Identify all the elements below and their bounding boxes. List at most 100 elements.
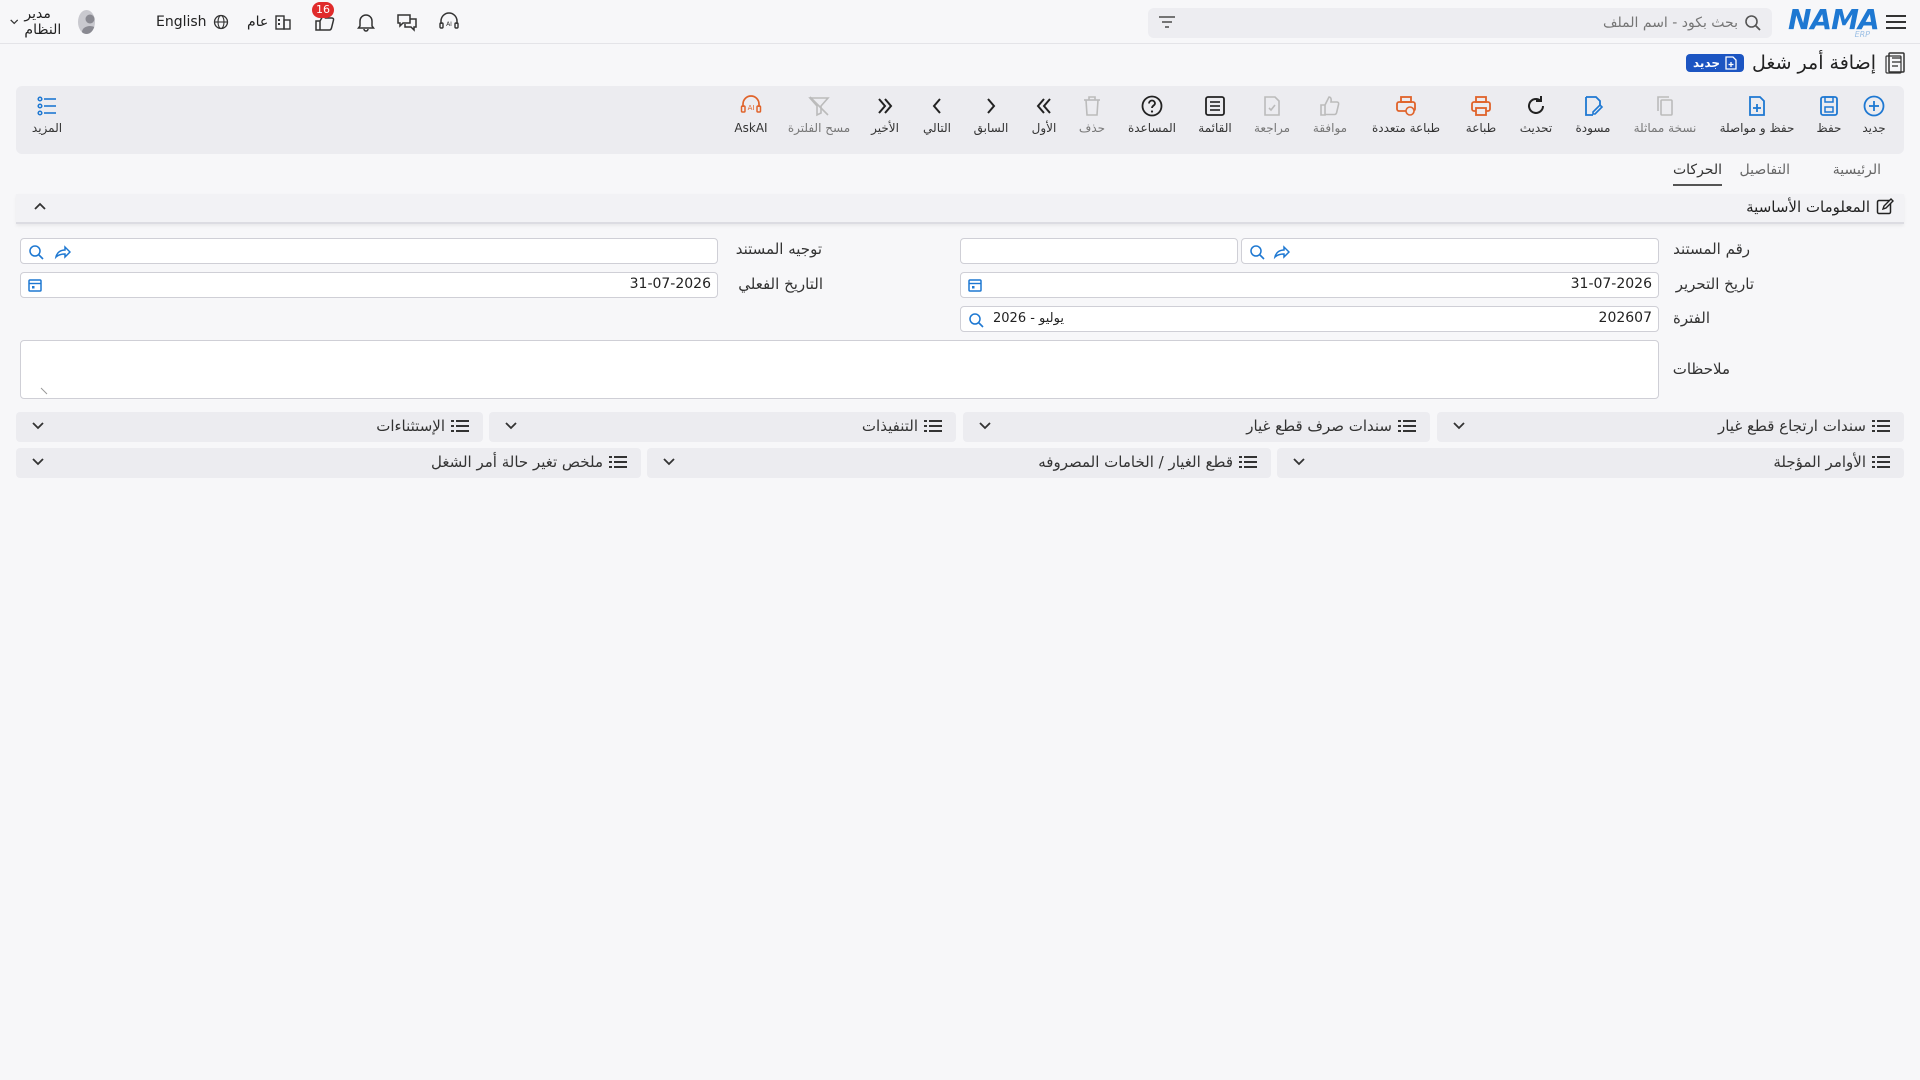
search-refresh-icon[interactable] xyxy=(967,311,985,329)
messages-button[interactable] xyxy=(396,8,418,36)
group-postponed-orders[interactable]: الأوامر المؤجلة xyxy=(1277,448,1904,478)
printer-icon xyxy=(1471,96,1491,116)
actual-date-field[interactable]: 31-07-2026 xyxy=(20,272,718,298)
chevron-up-icon[interactable] xyxy=(34,202,46,210)
approve-label: موافقة xyxy=(1312,121,1348,135)
section-title: المعلومات الأساسية xyxy=(1746,198,1870,216)
notifications-button[interactable] xyxy=(356,8,376,36)
group-spare-issues[interactable]: سندات صرف قطع غيار xyxy=(963,412,1430,442)
doc-number-extra-field[interactable] xyxy=(960,238,1238,264)
plus-circle-icon xyxy=(1863,95,1885,117)
group-title: سندات ارتجاع قطع غيار xyxy=(1718,417,1866,435)
doc-direction-label: توجيه المستند xyxy=(735,240,822,258)
list-icon xyxy=(924,420,942,432)
approve-button[interactable]: موافقة xyxy=(1300,94,1360,135)
edit-icon xyxy=(1876,198,1894,215)
chevron-down-icon[interactable] xyxy=(32,458,44,466)
chevron-down-icon[interactable] xyxy=(1453,422,1465,430)
duplicate-label: نسخة مماثلة xyxy=(1633,121,1697,135)
svg-text:AI: AI xyxy=(748,104,755,112)
app-logo[interactable]: NAMA ERP xyxy=(1788,6,1880,40)
group-spare-returns[interactable]: سندات ارتجاع قطع غيار xyxy=(1437,412,1904,442)
filter-icon[interactable] xyxy=(1158,15,1176,29)
doc-number-field[interactable] xyxy=(1241,238,1659,264)
last-button[interactable]: الأخير xyxy=(855,94,915,135)
refresh-button[interactable]: تحديث xyxy=(1506,94,1566,135)
chevron-down-icon[interactable] xyxy=(505,422,517,430)
first-button[interactable]: الأول xyxy=(1014,94,1074,135)
period-label: الفترة xyxy=(1673,309,1710,327)
file-check-icon xyxy=(1264,96,1280,116)
branch-selector[interactable]: عام xyxy=(247,8,292,36)
globe-icon xyxy=(213,14,228,30)
document-icon xyxy=(1885,52,1905,74)
new-file-icon xyxy=(1725,56,1737,70)
page-title: إضافة أمر شغل xyxy=(1752,52,1876,74)
user-menu[interactable]: مدير النظام xyxy=(10,6,95,38)
delete-label: حذف xyxy=(1078,121,1106,135)
basic-info-section-header[interactable]: المعلومات الأساسية xyxy=(16,194,1904,224)
search-refresh-icon[interactable] xyxy=(1248,243,1266,261)
ai-assistant-button[interactable]: AI xyxy=(438,8,460,36)
list-icon xyxy=(1872,420,1890,432)
period-field[interactable]: 202607 2026 - يوليو xyxy=(960,306,1659,332)
next-button[interactable]: التالي xyxy=(907,94,967,135)
ai-headset-icon: AI xyxy=(439,12,459,29)
language-switch[interactable]: English xyxy=(156,8,229,36)
tab-transactions[interactable]: الحركات xyxy=(1672,162,1722,186)
list-icon xyxy=(1872,456,1890,468)
chevron-left-icon xyxy=(932,98,941,114)
duplicate-button[interactable]: نسخة مماثلة xyxy=(1630,94,1700,135)
clear-filter-button[interactable]: مسح الفلترة xyxy=(784,94,854,135)
notes-textarea[interactable] xyxy=(20,340,1659,399)
doc-direction-field[interactable] xyxy=(20,238,718,264)
share-icon[interactable] xyxy=(53,243,71,261)
tab-details[interactable]: التفاصيل xyxy=(1740,162,1790,184)
group-exceptions[interactable]: الإستثناءات xyxy=(16,412,483,442)
calendar-icon[interactable] xyxy=(967,277,983,293)
tab-main[interactable]: الرئيسية xyxy=(1833,162,1881,184)
edit-date-field[interactable]: 31-07-2026 xyxy=(960,272,1659,298)
print-button[interactable]: طباعة xyxy=(1451,94,1511,135)
calendar-icon[interactable] xyxy=(27,277,43,293)
review-button[interactable]: مراجعة xyxy=(1242,94,1302,135)
multi-print-button[interactable]: طباعة متعددة xyxy=(1366,94,1446,135)
menu-icon[interactable] xyxy=(1884,10,1908,34)
avatar xyxy=(77,10,95,34)
help-button[interactable]: المساعدة xyxy=(1122,94,1182,135)
list-icon xyxy=(1239,456,1257,468)
chevron-down-icon[interactable] xyxy=(979,422,991,430)
more-button[interactable]: المزيد xyxy=(17,94,77,135)
group-title: ملخص تغير حالة أمر الشغل xyxy=(431,453,603,471)
chevron-down-icon[interactable] xyxy=(663,458,675,466)
status-badge-label: جديد xyxy=(1693,56,1721,70)
search-input[interactable] xyxy=(1238,13,1738,33)
group-executions[interactable]: التنفيذات xyxy=(489,412,956,442)
previous-button[interactable]: السابق xyxy=(961,94,1021,135)
save-button[interactable]: حفظ xyxy=(1799,94,1859,135)
copy-icon xyxy=(1657,96,1673,116)
draft-button[interactable]: مسودة xyxy=(1563,94,1623,135)
chevron-down-icon[interactable] xyxy=(1293,458,1305,466)
resize-handle-icon[interactable] xyxy=(39,386,49,396)
search-icon[interactable] xyxy=(1744,14,1762,32)
approvals-button[interactable]: 16 xyxy=(312,2,336,36)
save-label: حفظ xyxy=(1816,121,1842,135)
chevron-right-icon xyxy=(987,98,996,114)
clear-filter-label: مسح الفلترة xyxy=(787,121,851,135)
group-status-change-summary[interactable]: ملخص تغير حالة أمر الشغل xyxy=(16,448,641,478)
chevron-down-icon[interactable] xyxy=(32,422,44,430)
svg-text:AI: AI xyxy=(446,21,452,28)
status-badge: جديد xyxy=(1686,54,1745,72)
share-icon[interactable] xyxy=(1272,243,1290,261)
search-refresh-icon[interactable] xyxy=(27,243,45,261)
user-name: مدير النظام xyxy=(24,6,62,38)
ai-headset-icon: AI xyxy=(740,95,762,113)
logo-subtext: ERP xyxy=(1854,30,1870,39)
actual-date-label: التاريخ الفعلي xyxy=(738,275,823,293)
list-button[interactable]: القائمة xyxy=(1185,94,1245,135)
save-continue-button[interactable]: حفظ و مواصلة xyxy=(1717,94,1797,135)
trash-icon xyxy=(1084,96,1100,116)
askai-button[interactable]: AI AskAI xyxy=(721,94,781,135)
group-spare-parts-materials[interactable]: قطع الغيار / الخامات المصروفه xyxy=(647,448,1271,478)
